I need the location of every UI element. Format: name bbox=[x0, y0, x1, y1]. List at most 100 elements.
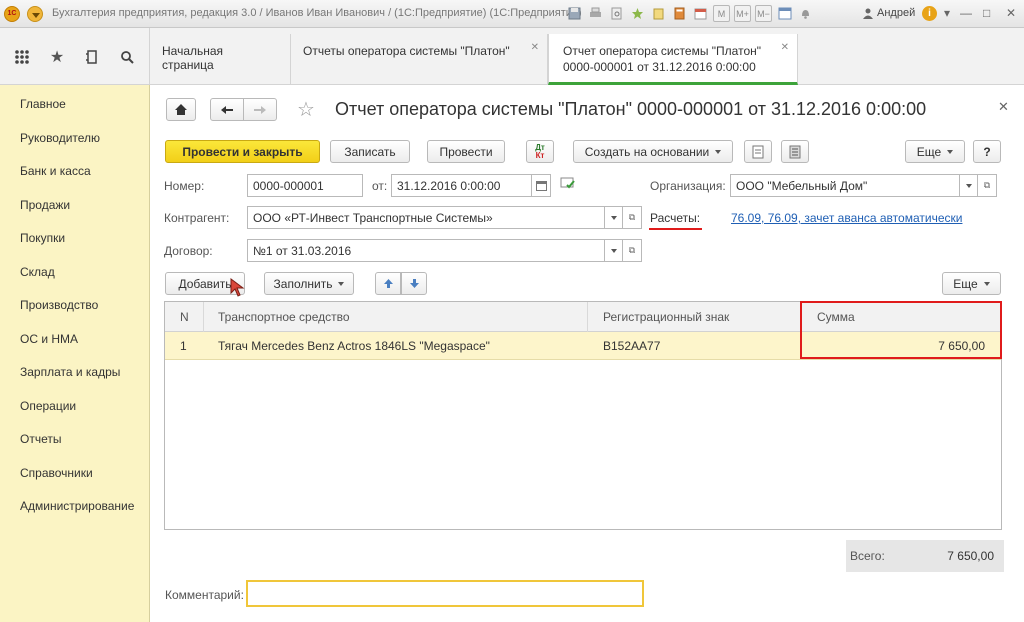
main-menu-icon[interactable] bbox=[27, 6, 43, 22]
fill-button[interactable]: Заполнить bbox=[264, 272, 354, 295]
tab-report-document[interactable]: Отчет оператора системы "Платон" 0000-00… bbox=[548, 34, 798, 85]
contract-field[interactable]: №1 от 31.03.2016 bbox=[247, 239, 605, 262]
date-field[interactable]: 31.12.2016 0:00:00 bbox=[391, 174, 532, 197]
info-icon[interactable]: i bbox=[922, 6, 937, 21]
more-button[interactable]: Еще bbox=[905, 140, 965, 163]
column-header-n[interactable]: N bbox=[180, 310, 189, 324]
title-bar: 1С Бухгалтерия предприятия, редакция 3.0… bbox=[0, 0, 1024, 28]
minimize-icon[interactable]: — bbox=[960, 6, 972, 20]
tab-label: Начальная страница bbox=[162, 44, 224, 72]
history-icon[interactable] bbox=[650, 5, 667, 22]
cell-reg[interactable]: B152AA77 bbox=[603, 339, 660, 353]
create-based-on-label: Создать на основании bbox=[584, 144, 710, 159]
sidebar-item-reports[interactable]: Отчеты bbox=[20, 432, 61, 446]
calendar-icon[interactable] bbox=[692, 5, 709, 22]
memory-m-button[interactable]: M bbox=[713, 5, 730, 22]
history-clock-icon[interactable] bbox=[82, 47, 102, 67]
counterparty-dropdown-icon[interactable] bbox=[605, 206, 623, 229]
memory-minus-button[interactable]: M− bbox=[755, 5, 772, 22]
preview-icon[interactable] bbox=[608, 5, 625, 22]
sidebar-item-sales[interactable]: Продажи bbox=[20, 198, 70, 212]
arrow-up-icon bbox=[383, 279, 393, 288]
sidebar-item-references[interactable]: Справочники bbox=[20, 466, 93, 480]
save-icon[interactable] bbox=[566, 5, 583, 22]
sidebar-item-admin[interactable]: Администрирование bbox=[20, 499, 134, 513]
help-button[interactable]: ? bbox=[973, 140, 1001, 163]
tab-strip: Начальная страница Отчеты оператора сист… bbox=[150, 28, 1024, 85]
report-button[interactable] bbox=[781, 140, 809, 163]
contract-dropdown-icon[interactable] bbox=[605, 239, 623, 262]
cell-n[interactable]: 1 bbox=[180, 339, 187, 353]
comment-field[interactable] bbox=[246, 580, 644, 607]
close-window-icon[interactable]: ✕ bbox=[1006, 6, 1016, 20]
organization-field[interactable]: ООО "Мебельный Дом" bbox=[730, 174, 960, 197]
column-header-vehicle[interactable]: Транспортное средство bbox=[218, 310, 350, 324]
app-logo-icon: 1С bbox=[4, 6, 20, 22]
create-based-on-button[interactable]: Создать на основании bbox=[573, 140, 733, 163]
info-dropdown-icon[interactable]: ▾ bbox=[944, 6, 950, 20]
document-icon bbox=[752, 145, 764, 158]
print-form-button[interactable] bbox=[744, 140, 772, 163]
sidebar-item-manager[interactable]: Руководителю bbox=[20, 131, 100, 145]
tab-label: Отчеты оператора системы "Платон" bbox=[303, 44, 510, 58]
user-indicator[interactable]: Андрей bbox=[862, 7, 915, 19]
column-separator bbox=[203, 302, 204, 332]
sidebar-item-main[interactable]: Главное bbox=[20, 97, 66, 111]
apps-grid-icon[interactable] bbox=[12, 47, 32, 67]
close-form-icon[interactable]: ✕ bbox=[998, 99, 1009, 115]
title-toolbar: M M+ M− bbox=[566, 5, 814, 22]
sidebar-item-bank[interactable]: Банк и касса bbox=[20, 164, 91, 178]
tab-home[interactable]: Начальная страница bbox=[150, 34, 291, 84]
contract-open-icon[interactable]: ⧉ bbox=[623, 239, 642, 262]
counterparty-open-icon[interactable]: ⧉ bbox=[623, 206, 642, 229]
column-separator bbox=[587, 302, 588, 332]
table-more-label: Еще bbox=[953, 276, 978, 291]
save-button[interactable]: Записать bbox=[330, 140, 410, 163]
sidebar-item-assets[interactable]: ОС и НМА bbox=[20, 332, 78, 346]
close-icon[interactable]: ✕ bbox=[531, 42, 539, 53]
cell-vehicle[interactable]: Тягач Mercedes Benz Actros 1846LS "Megas… bbox=[218, 339, 490, 353]
counterparty-field[interactable]: ООО «РТ-Инвест Транспортные Системы» bbox=[247, 206, 605, 229]
chevron-down-icon bbox=[715, 149, 722, 154]
post-and-close-button[interactable]: Провести и закрыть bbox=[165, 140, 320, 163]
payments-link[interactable]: 76.09, 76.09, зачет аванса автоматически bbox=[731, 211, 962, 225]
sidebar-item-salary[interactable]: Зарплата и кадры bbox=[20, 365, 120, 379]
total-value: 7 650,00 bbox=[947, 549, 994, 563]
organization-dropdown-icon[interactable] bbox=[960, 174, 978, 197]
dt-kt-button[interactable]: Дт Кт bbox=[526, 140, 554, 163]
chevron-down-icon bbox=[983, 281, 990, 286]
sidebar-item-production[interactable]: Производство bbox=[20, 298, 98, 312]
back-button[interactable] bbox=[210, 98, 244, 121]
sidebar-item-warehouse[interactable]: Склад bbox=[20, 265, 55, 279]
post-button[interactable]: Провести bbox=[427, 140, 505, 163]
move-up-button[interactable] bbox=[375, 272, 401, 295]
organization-label: Организация: bbox=[650, 179, 726, 193]
favorite-star-icon[interactable]: ☆ bbox=[297, 97, 315, 122]
table-more-button[interactable]: Еще bbox=[942, 272, 1001, 295]
total-panel: Всего: 7 650,00 bbox=[846, 540, 1004, 572]
sidebar-item-operations[interactable]: Операции bbox=[20, 399, 76, 413]
bell-icon[interactable] bbox=[797, 5, 814, 22]
star-icon[interactable]: ★ bbox=[47, 47, 67, 67]
sidebar-item-purchases[interactable]: Покупки bbox=[20, 231, 65, 245]
favorites-icon[interactable] bbox=[629, 5, 646, 22]
panel-layout-icon[interactable] bbox=[776, 5, 793, 22]
memory-plus-button[interactable]: M+ bbox=[734, 5, 751, 22]
number-field[interactable]: 0000-000001 bbox=[247, 174, 363, 197]
print-icon[interactable] bbox=[587, 5, 604, 22]
column-header-reg[interactable]: Регистрационный знак bbox=[603, 310, 729, 324]
close-icon[interactable]: ✕ bbox=[781, 42, 789, 53]
payments-highlight bbox=[649, 228, 702, 230]
home-button[interactable] bbox=[166, 98, 196, 121]
tab-reports-list[interactable]: Отчеты оператора системы "Платон" ✕ bbox=[291, 34, 548, 84]
dt-kt-icon-bottom: Кт bbox=[535, 150, 545, 160]
arrow-left-icon bbox=[221, 105, 233, 114]
calendar-picker-icon[interactable] bbox=[532, 174, 551, 197]
organization-open-icon[interactable]: ⧉ bbox=[978, 174, 997, 197]
search-icon[interactable] bbox=[117, 47, 137, 67]
calculator-icon[interactable] bbox=[671, 5, 688, 22]
forward-button[interactable] bbox=[243, 98, 277, 121]
move-down-button[interactable] bbox=[401, 272, 427, 295]
maximize-icon[interactable]: □ bbox=[983, 6, 990, 20]
chevron-down-icon bbox=[947, 149, 954, 154]
